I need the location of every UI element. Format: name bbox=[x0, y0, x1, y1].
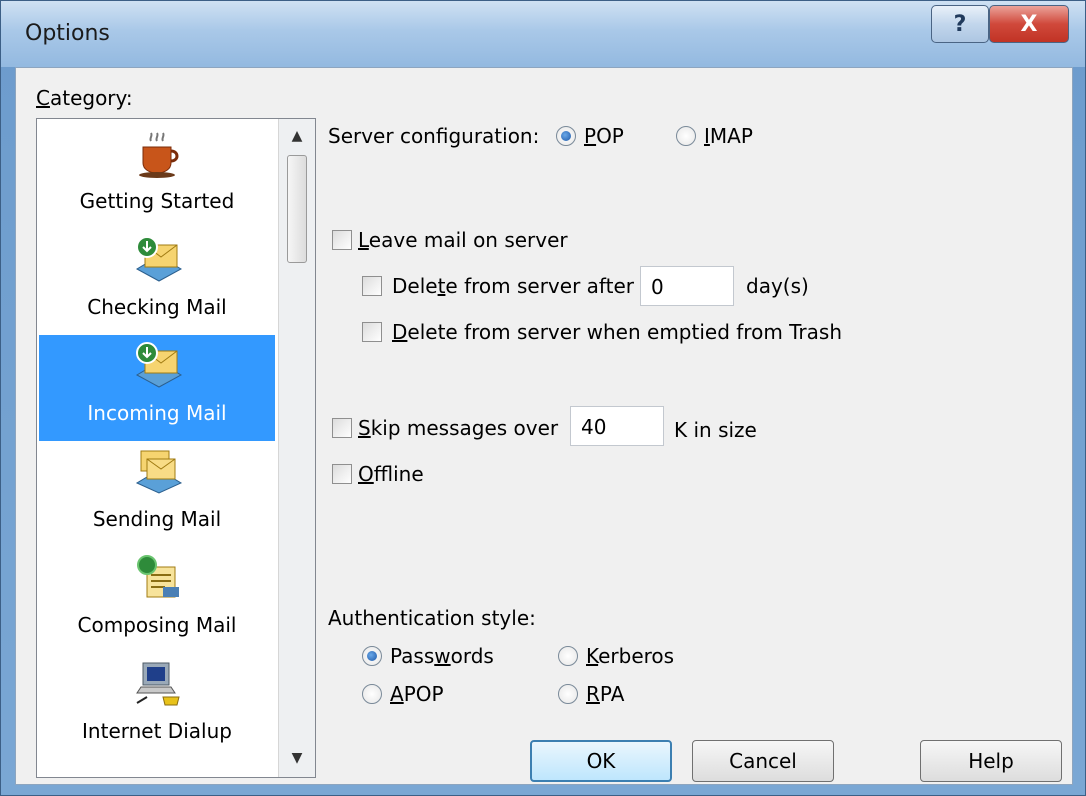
title-bar[interactable]: Options ? X bbox=[1, 1, 1085, 67]
server-configuration-label: Server configuration: bbox=[328, 124, 540, 148]
category-item-getting-started[interactable]: Getting Started bbox=[39, 123, 275, 229]
category-item-incoming-mail[interactable]: Incoming Mail bbox=[39, 335, 275, 441]
pop-radio[interactable] bbox=[556, 126, 576, 146]
scroll-thumb[interactable] bbox=[287, 155, 307, 263]
question-icon: ? bbox=[953, 11, 967, 37]
category-item-label: Incoming Mail bbox=[87, 401, 227, 425]
offline-label[interactable]: Offline bbox=[358, 462, 424, 486]
category-item-sending-mail[interactable]: Sending Mail bbox=[39, 441, 275, 547]
rpa-radio-label[interactable]: RPA bbox=[586, 682, 624, 706]
category-scrollbar[interactable]: ▲ ▼ bbox=[278, 119, 315, 777]
options-dialog: Options ? X Category: Getting Started Ch… bbox=[0, 0, 1086, 796]
leave-mail-checkbox[interactable] bbox=[332, 230, 352, 250]
offline-checkbox[interactable] bbox=[332, 464, 352, 484]
delete-after-checkbox[interactable] bbox=[362, 276, 382, 296]
skip-size-input[interactable]: 40 bbox=[570, 406, 664, 446]
scroll-up-arrow-icon[interactable]: ▲ bbox=[279, 119, 315, 153]
dialog-client-area: Category: Getting Started Checking Mail … bbox=[15, 67, 1073, 785]
ok-button[interactable]: OK bbox=[530, 740, 672, 782]
category-item-internet-dialup[interactable]: Internet Dialup bbox=[39, 653, 275, 759]
title-close-button[interactable]: X bbox=[989, 5, 1069, 43]
category-item-composing-mail[interactable]: Composing Mail bbox=[39, 547, 275, 653]
checking-mail-icon bbox=[133, 235, 183, 285]
delete-trash-checkbox[interactable] bbox=[362, 322, 382, 342]
skip-messages-checkbox[interactable] bbox=[332, 418, 352, 438]
category-item-label: Sending Mail bbox=[92, 507, 222, 531]
close-icon: X bbox=[1020, 11, 1038, 37]
sending-mail-icon bbox=[133, 447, 183, 497]
category-item-label: Composing Mail bbox=[77, 613, 237, 637]
category-item-checking-mail[interactable]: Checking Mail bbox=[39, 229, 275, 335]
category-label: Category: bbox=[36, 86, 133, 110]
coffee-cup-icon bbox=[133, 129, 183, 179]
category-item-label: Internet Dialup bbox=[82, 719, 232, 743]
authentication-style-label: Authentication style: bbox=[328, 606, 536, 630]
kerberos-radio-label[interactable]: Kerberos bbox=[586, 644, 674, 668]
incoming-mail-icon bbox=[133, 341, 183, 391]
imap-radio[interactable] bbox=[676, 126, 696, 146]
kerberos-radio[interactable] bbox=[558, 646, 578, 666]
leave-mail-label[interactable]: Leave mail on server bbox=[358, 228, 568, 252]
delete-after-label[interactable]: Delete from server after bbox=[392, 274, 634, 298]
category-item-label: Getting Started bbox=[79, 189, 235, 213]
internet-dialup-icon bbox=[133, 659, 183, 709]
delete-after-days-input[interactable]: 0 bbox=[640, 266, 734, 306]
delete-trash-label[interactable]: Delete from server when emptied from Tra… bbox=[392, 320, 842, 344]
pop-radio-label[interactable]: POP bbox=[584, 124, 624, 148]
category-list[interactable]: Getting Started Checking Mail Incoming M… bbox=[36, 118, 316, 778]
passwords-radio-label[interactable]: Passwords bbox=[390, 644, 494, 668]
apop-radio-label[interactable]: APOP bbox=[390, 682, 444, 706]
window-title: Options bbox=[25, 21, 110, 46]
days-unit-label: day(s) bbox=[746, 274, 809, 298]
category-item-label: Checking Mail bbox=[87, 295, 227, 319]
passwords-radio[interactable] bbox=[362, 646, 382, 666]
skip-size-unit-label: K in size bbox=[674, 418, 757, 442]
skip-messages-label[interactable]: Skip messages over bbox=[358, 416, 558, 440]
rpa-radio[interactable] bbox=[558, 684, 578, 704]
apop-radio[interactable] bbox=[362, 684, 382, 704]
composing-mail-icon bbox=[133, 553, 183, 603]
scroll-down-arrow-icon[interactable]: ▼ bbox=[279, 741, 315, 775]
help-button[interactable]: Help bbox=[920, 740, 1062, 782]
title-help-button[interactable]: ? bbox=[931, 5, 989, 43]
cancel-button[interactable]: Cancel bbox=[692, 740, 834, 782]
imap-radio-label[interactable]: IMAP bbox=[704, 124, 753, 148]
